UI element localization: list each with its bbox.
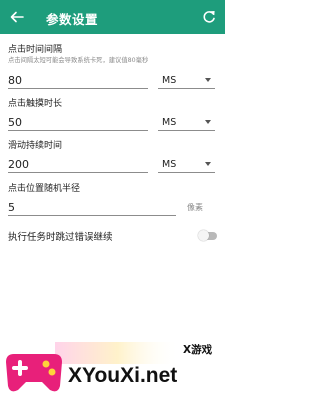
skip-errors-label: 执行任务时跳过错误继续 (8, 232, 113, 243)
app-bar: 参数设置 (0, 0, 225, 34)
toggle-knob (198, 230, 209, 241)
gamepad-logo-icon (6, 354, 62, 392)
touch-duration-unit: MS (162, 117, 177, 128)
watermark-line1: X游戏 (183, 343, 213, 356)
arrow-left-icon[interactable] (8, 8, 26, 26)
click-interval-unit: MS (162, 75, 177, 86)
watermark-line2: XYouXi.net (68, 364, 177, 387)
refresh-icon[interactable] (200, 8, 218, 26)
touch-duration-label: 点击触摸时长 (8, 99, 63, 109)
random-radius-unit: 像素 (187, 203, 203, 212)
chevron-down-icon (205, 120, 211, 124)
click-interval-label: 点击时间间隔 (8, 45, 63, 55)
touch-duration-unit-select[interactable]: MS (158, 114, 215, 131)
swipe-duration-unit: MS (162, 159, 177, 170)
swipe-duration-label: 滑动持续时间 (8, 141, 63, 151)
click-interval-unit-select[interactable]: MS (158, 72, 215, 89)
skip-errors-toggle[interactable] (198, 230, 217, 241)
chevron-down-icon (205, 162, 211, 166)
touch-duration-input[interactable]: 50 (8, 114, 148, 131)
random-radius-label: 点击位置随机半径 (8, 184, 81, 194)
random-radius-input[interactable]: 5 (8, 199, 176, 216)
click-interval-hint: 点击间隔太短可能会导致系统卡死，建议值80毫秒 (8, 57, 149, 64)
click-interval-input[interactable]: 80 (8, 72, 148, 89)
xyouxi-watermark: X游戏 XYouXi.net (6, 342, 213, 392)
chevron-down-icon (205, 78, 211, 82)
page-title: 参数设置 (46, 12, 99, 27)
swipe-duration-input[interactable]: 200 (8, 156, 148, 173)
swipe-duration-unit-select[interactable]: MS (158, 156, 215, 173)
